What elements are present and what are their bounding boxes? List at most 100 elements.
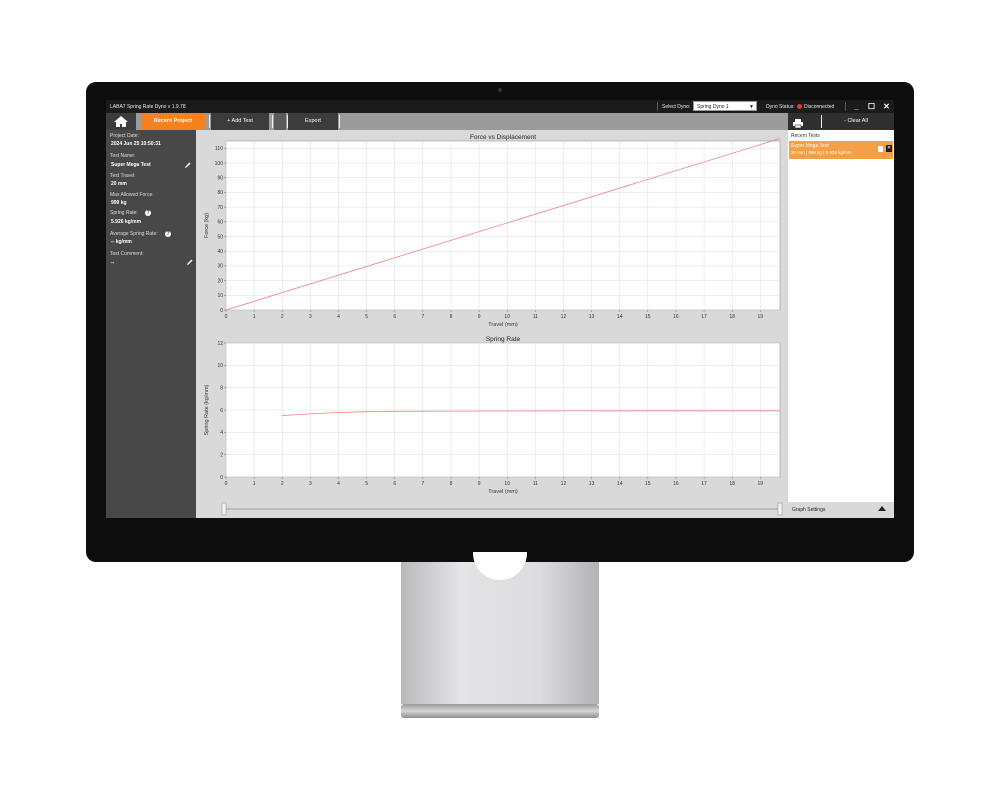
divider (821, 115, 822, 128)
charts-canvas[interactable]: Force vs Displacement0 1 2 3 4 5 6 7 8 9 10 11 12 13 1… (196, 130, 788, 518)
x-tick-label: 9 (478, 481, 481, 487)
divider (209, 115, 210, 128)
avg-spring-rate-value: -- kg/mm (111, 239, 132, 245)
toolbar: Recent Project + Add Test Export - Clear… (106, 113, 894, 130)
chevron-up-icon (878, 506, 886, 511)
x-tick-label: 13 (589, 481, 595, 487)
app-title: LABA7 Spring Rate Dyno v 1.9.78 (110, 104, 186, 110)
x-tick-label: 10 (504, 314, 510, 320)
x-tick-label: 1 (253, 481, 256, 487)
x-tick-label: 2 (281, 481, 284, 487)
y-tick-label: 30 (217, 264, 223, 270)
project-date-value: 2024 Jun 25 10:50:31 (111, 141, 161, 147)
monitor-stand-base (401, 704, 599, 718)
recent-tests-title: Recent Tests (791, 133, 820, 139)
checkbox[interactable] (878, 146, 883, 152)
y-tick-label: 60 (217, 220, 223, 226)
y-tick-label: 110 (215, 146, 223, 152)
x-tick-label: 14 (617, 481, 623, 487)
y-tick-label: 50 (217, 234, 223, 240)
y-tick-label: 20 (217, 278, 223, 284)
y-tick-label: 100 (215, 161, 224, 167)
x-tick-label: 7 (421, 314, 424, 320)
x-tick-label: 16 (673, 481, 679, 487)
y-tick-label: 10 (217, 293, 223, 299)
x-tick-label: 4 (337, 314, 340, 320)
home-icon (114, 116, 128, 127)
y-tick-label: 4 (220, 430, 223, 436)
avg-spring-rate-label: Average Spring Rate: (110, 231, 158, 237)
test-travel-value: 20 mm (111, 181, 127, 187)
print-button[interactable] (792, 116, 804, 129)
y-axis-label: Spring Rate (kg/mm) (204, 384, 210, 435)
x-tick-label: 19 (758, 314, 764, 320)
x-tick-label: 3 (309, 481, 312, 487)
export-button[interactable]: Export (288, 113, 338, 130)
minimize-button[interactable]: _ (851, 101, 862, 112)
y-tick-label: 12 (217, 341, 223, 347)
x-tick-label: 0 (225, 481, 228, 487)
chart-title: Spring Rate (486, 336, 521, 343)
x-tick-label: 12 (561, 481, 567, 487)
y-tick-label: 70 (217, 205, 223, 211)
x-tick-label: 5 (365, 314, 368, 320)
x-tick-label: 0 (225, 314, 228, 320)
x-tick-label: 8 (450, 314, 453, 320)
help-icon[interactable]: ? (165, 231, 171, 237)
y-tick-label: 90 (217, 176, 223, 182)
y-axis-label: Force (kg) (204, 213, 210, 238)
x-tick-label: 7 (421, 481, 424, 487)
webcam-dot (498, 88, 502, 92)
maximize-button[interactable]: ☐ (866, 101, 877, 112)
tab-recent-project[interactable]: Recent Project (141, 113, 205, 130)
project-date-label: Project Date: (110, 133, 139, 139)
x-tick-label: 15 (645, 314, 651, 320)
printer-icon (793, 119, 803, 129)
x-axis-label: Travel (mm) (488, 322, 518, 328)
x-tick-label: 15 (645, 481, 651, 487)
x-tick-label: 14 (617, 314, 623, 320)
remove-test-button[interactable]: ✕ (886, 145, 892, 152)
test-name-value: Super Mega Test (111, 162, 151, 168)
x-tick-label: 19 (758, 481, 764, 487)
help-icon[interactable]: ? (145, 210, 151, 216)
separator (845, 102, 846, 111)
edit-comment-icon[interactable] (187, 259, 193, 265)
clear-all-button[interactable]: - Clear All (826, 113, 886, 130)
recent-test-name: Super Mega Test (791, 143, 829, 149)
x-tick-label: 3 (309, 314, 312, 320)
y-tick-label: 6 (220, 408, 223, 414)
graph-settings-label: Graph Settings (792, 507, 826, 513)
y-tick-label: 0 (220, 475, 223, 481)
monitor-stand (401, 562, 599, 704)
x-tick-label: 10 (504, 481, 510, 487)
chevron-down-icon: ▼ (749, 104, 754, 110)
recent-test-item[interactable]: Super Mega Test 20 mm | 999 kg | 5.926 k… (789, 141, 893, 159)
y-tick-label: 80 (217, 190, 223, 196)
close-button[interactable]: ✕ (881, 101, 892, 112)
x-tick-label: 11 (533, 481, 538, 487)
tab-placeholder[interactable] (274, 113, 286, 130)
spring-rate-value: 5.926 kg/mm (111, 219, 142, 225)
x-tick-label: 6 (393, 481, 396, 487)
edit-test-name-icon[interactable] (185, 162, 191, 168)
home-button[interactable] (106, 113, 136, 130)
max-force-value: 999 kg (111, 200, 127, 206)
x-tick-label: 9 (478, 314, 481, 320)
app-window: LABA7 Spring Rate Dyno v 1.9.78 Select D… (106, 100, 894, 518)
add-test-button[interactable]: + Add Test (211, 113, 269, 130)
x-tick-label: 17 (701, 481, 707, 487)
x-tick-label: 13 (589, 314, 595, 320)
x-tick-label: 18 (729, 314, 735, 320)
x-tick-label: 16 (673, 314, 679, 320)
status-indicator-icon (797, 104, 802, 109)
test-name-label: Test Name: (110, 153, 136, 159)
y-tick-label: 2 (220, 452, 223, 458)
x-tick-label: 11 (533, 314, 538, 320)
dyno-select-value: Spring Dyno 1 (697, 104, 729, 110)
dyno-select[interactable]: Spring Dyno 1 ▼ (693, 101, 757, 111)
x-tick-label: 5 (365, 481, 368, 487)
y-tick-label: 10 (217, 363, 223, 369)
test-comment-value: -- (111, 260, 115, 266)
graph-settings-bar[interactable]: Graph Settings (788, 502, 894, 518)
